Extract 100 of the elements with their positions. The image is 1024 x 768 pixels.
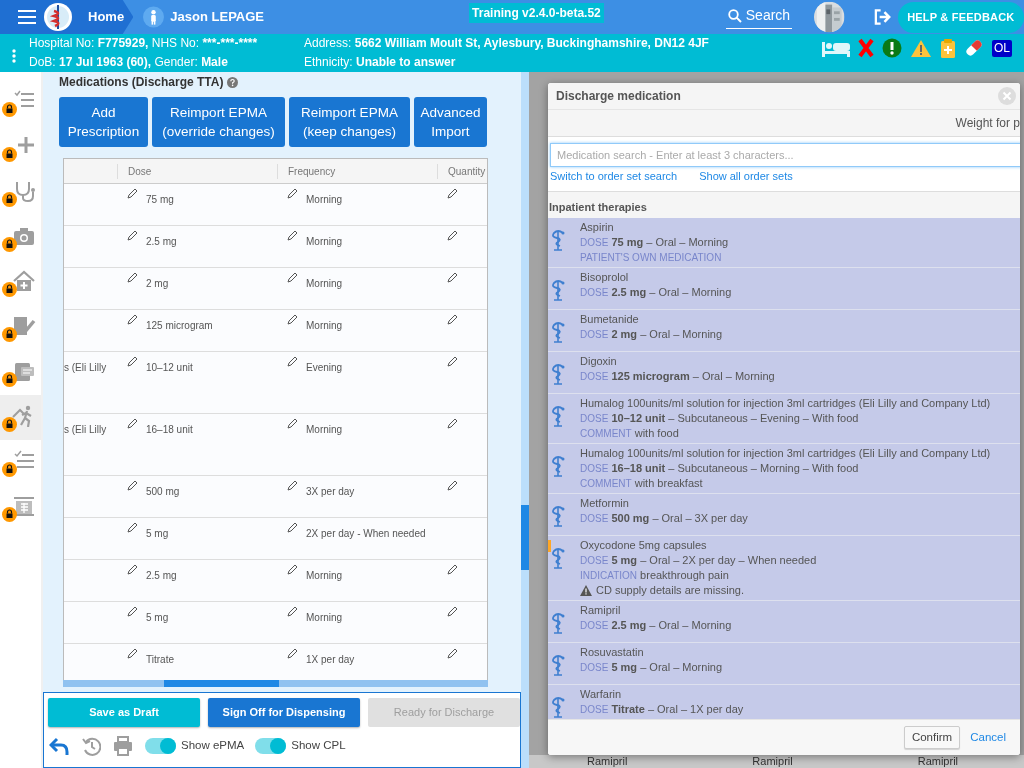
pencil-icon[interactable] [287,272,298,283]
action-button[interactable]: Add Prescription [59,97,148,147]
table-cell: s (Eli Lilly [64,362,107,373]
section-title: Medications (Discharge TTA) [59,74,224,91]
menu-icon[interactable] [18,10,36,24]
pencil-icon[interactable] [127,356,138,367]
table-cell-text: 2 mg [146,277,169,291]
dialog-title: Discharge medication [556,88,681,105]
list-item-text: Ramipril [917,755,959,768]
pencil-icon[interactable] [287,314,298,325]
pencil-icon[interactable] [287,188,298,199]
warning-icon [910,38,932,58]
search-field[interactable]: Medication search - Enter at least 3 characters... [550,143,1020,167]
link[interactable]: Show all order sets [699,168,793,185]
pencil-icon[interactable] [447,188,458,199]
pencil-icon[interactable] [447,314,458,325]
section-heading: Inpatient therapies [548,190,1020,218]
pencil-icon[interactable] [447,418,458,429]
undo-icon[interactable] [49,736,69,756]
table-cell-text: Morning [306,319,343,333]
list-item[interactable]: Digoxin DOSE 125 microgram – Oral – Morning [548,351,1020,394]
medication-name: Humalog 100units/ml solution for injection 3ml cartridges (Eli Lilly and Company Ltd) [580,445,991,461]
pencil-icon[interactable] [127,522,138,533]
pencil-icon[interactable] [127,648,138,659]
table-cell-text: 5 mg [146,611,169,625]
patient-detail: DoB: 17 Jul 1963 (60), Gender: Male [29,54,229,71]
link[interactable]: Switch to order set search [550,168,678,185]
list-item[interactable]: Humalog 100units/ml solution for injection 3ml cartridges (Eli Lilly and Company Ltd) DOSE 16–18 unit – Subcutaneous – Morning – With food COMMENT with breakfast [548,443,1020,494]
pencil-icon[interactable] [447,272,458,283]
list-item[interactable]: Rosuvastatin DOSE 5 mg – Oral – Morning [548,642,1020,685]
dose-line: DOSE 500 mg – Oral – 3X per day [580,510,748,526]
sidebar-item[interactable] [0,395,41,440]
medication-name: Bumetanide [580,311,640,327]
pencil-icon[interactable] [127,230,138,241]
pencil-icon[interactable] [447,230,458,241]
note-line: COMMENT with breakfast [580,475,704,491]
search-button[interactable]: Search [725,5,793,29]
toggle-label: Show CPL [291,738,346,754]
medication-name: Aspirin [580,219,615,235]
warning-icon [580,584,592,596]
pencil-icon[interactable] [127,606,138,617]
pencil-icon[interactable] [127,418,138,429]
column-header: Dose [128,166,152,177]
action-button[interactable]: Reimport EPMA (keep changes) [289,97,410,147]
list-item[interactable]: Bumetanide DOSE 2 mg – Oral – Morning [548,309,1020,352]
toggle-switch[interactable] [255,738,287,754]
pencil-icon[interactable] [287,418,298,429]
pencil-icon[interactable] [127,314,138,325]
pencil-icon[interactable] [127,564,138,575]
action-button[interactable]: Advanced Import [414,97,487,147]
pencil-icon[interactable] [287,522,298,533]
dose-line: DOSE 16–18 unit – Subcutaneous – Morning – With food [580,460,860,476]
search-icon [727,8,742,23]
pencil-icon[interactable] [127,188,138,199]
pencil-icon[interactable] [447,480,458,491]
list-item[interactable]: Aspirin DOSE 75 mg – Oral – Morning PATIENT'S OWN MEDICATION [548,217,1020,268]
pencil-icon[interactable] [127,480,138,491]
medication-name: Ramipril [580,602,622,618]
pencil-icon[interactable] [287,648,298,659]
table-cell-text: 16–18 unit [146,423,193,437]
table-cell-text: 10–12 unit [146,361,193,375]
table-cell-text: 3X per day [306,485,355,499]
table-cell-text: Morning [306,611,343,625]
pencil-icon[interactable] [447,648,458,659]
pencil-icon[interactable] [127,272,138,283]
dose-line: DOSE 2 mg – Oral – Morning [580,326,723,342]
toggle-switch[interactable] [145,738,176,754]
pencil-icon[interactable] [287,230,298,241]
list-item[interactable]: Metformin DOSE 500 mg – Oral – 3X per day [548,493,1020,536]
pencil-icon[interactable] [287,480,298,491]
pencil-icon[interactable] [447,564,458,575]
pencil-icon[interactable] [287,564,298,575]
pencil-icon[interactable] [287,606,298,617]
confirm-button[interactable]: Confirm [903,726,961,749]
medication-name: Rosuvastatin [580,644,645,660]
cancel-link[interactable]: Cancel [970,728,1006,747]
table-cell-text: Morning [306,569,343,583]
person-icon [143,6,165,28]
list-item[interactable]: Bisoprolol DOSE 2.5 mg – Oral – Morning [548,267,1020,310]
clipboard-icon [12,360,36,382]
pencil-icon[interactable] [447,356,458,367]
patient-name: Jason LEPAGE [170,8,265,27]
medication-name: Digoxin [580,353,618,369]
list-item[interactable]: Warfarin DOSE Titrate – Oral – 1X per day [548,684,1020,719]
pencil-icon[interactable] [447,606,458,617]
pencil-icon[interactable] [287,356,298,367]
logout-icon[interactable] [872,8,892,26]
patient-detail: Address: 5662 William Moult St, Aylesbury, Buckinghamshire, DN12 4JF [304,35,709,52]
warning-text: CD supply details are missing. [596,582,744,598]
medication-name: Oxycodone 5mg capsules [580,537,708,553]
list-item[interactable]: Humalog 100units/ml solution for injection 3ml cartridges (Eli Lilly and Company Ltd) DOSE 10–12 unit – Subcutaneous – Evening – With food COMMENT with food [548,393,1020,444]
action-button[interactable]: Reimport EPMA (override changes) [152,97,285,147]
list-item[interactable]: Ramipril DOSE 2.5 mg – Oral – Morning [548,600,1020,643]
medication-name: Metformin [580,495,630,511]
table-cell-text: 2X per day - When needed [306,527,426,541]
action-button[interactable]: Sign Off for Dispensing [208,698,360,727]
dose-line: DOSE 5 mg – Oral – Morning [580,659,723,675]
list-item[interactable]: Oxycodone 5mg capsules DOSE 5 mg – Oral – 2X per day – When needed INDICATION breakthrough pain CD supply details are missing. [548,535,1020,601]
help-icon[interactable] [227,76,239,88]
home-link[interactable]: Home [88,7,125,27]
